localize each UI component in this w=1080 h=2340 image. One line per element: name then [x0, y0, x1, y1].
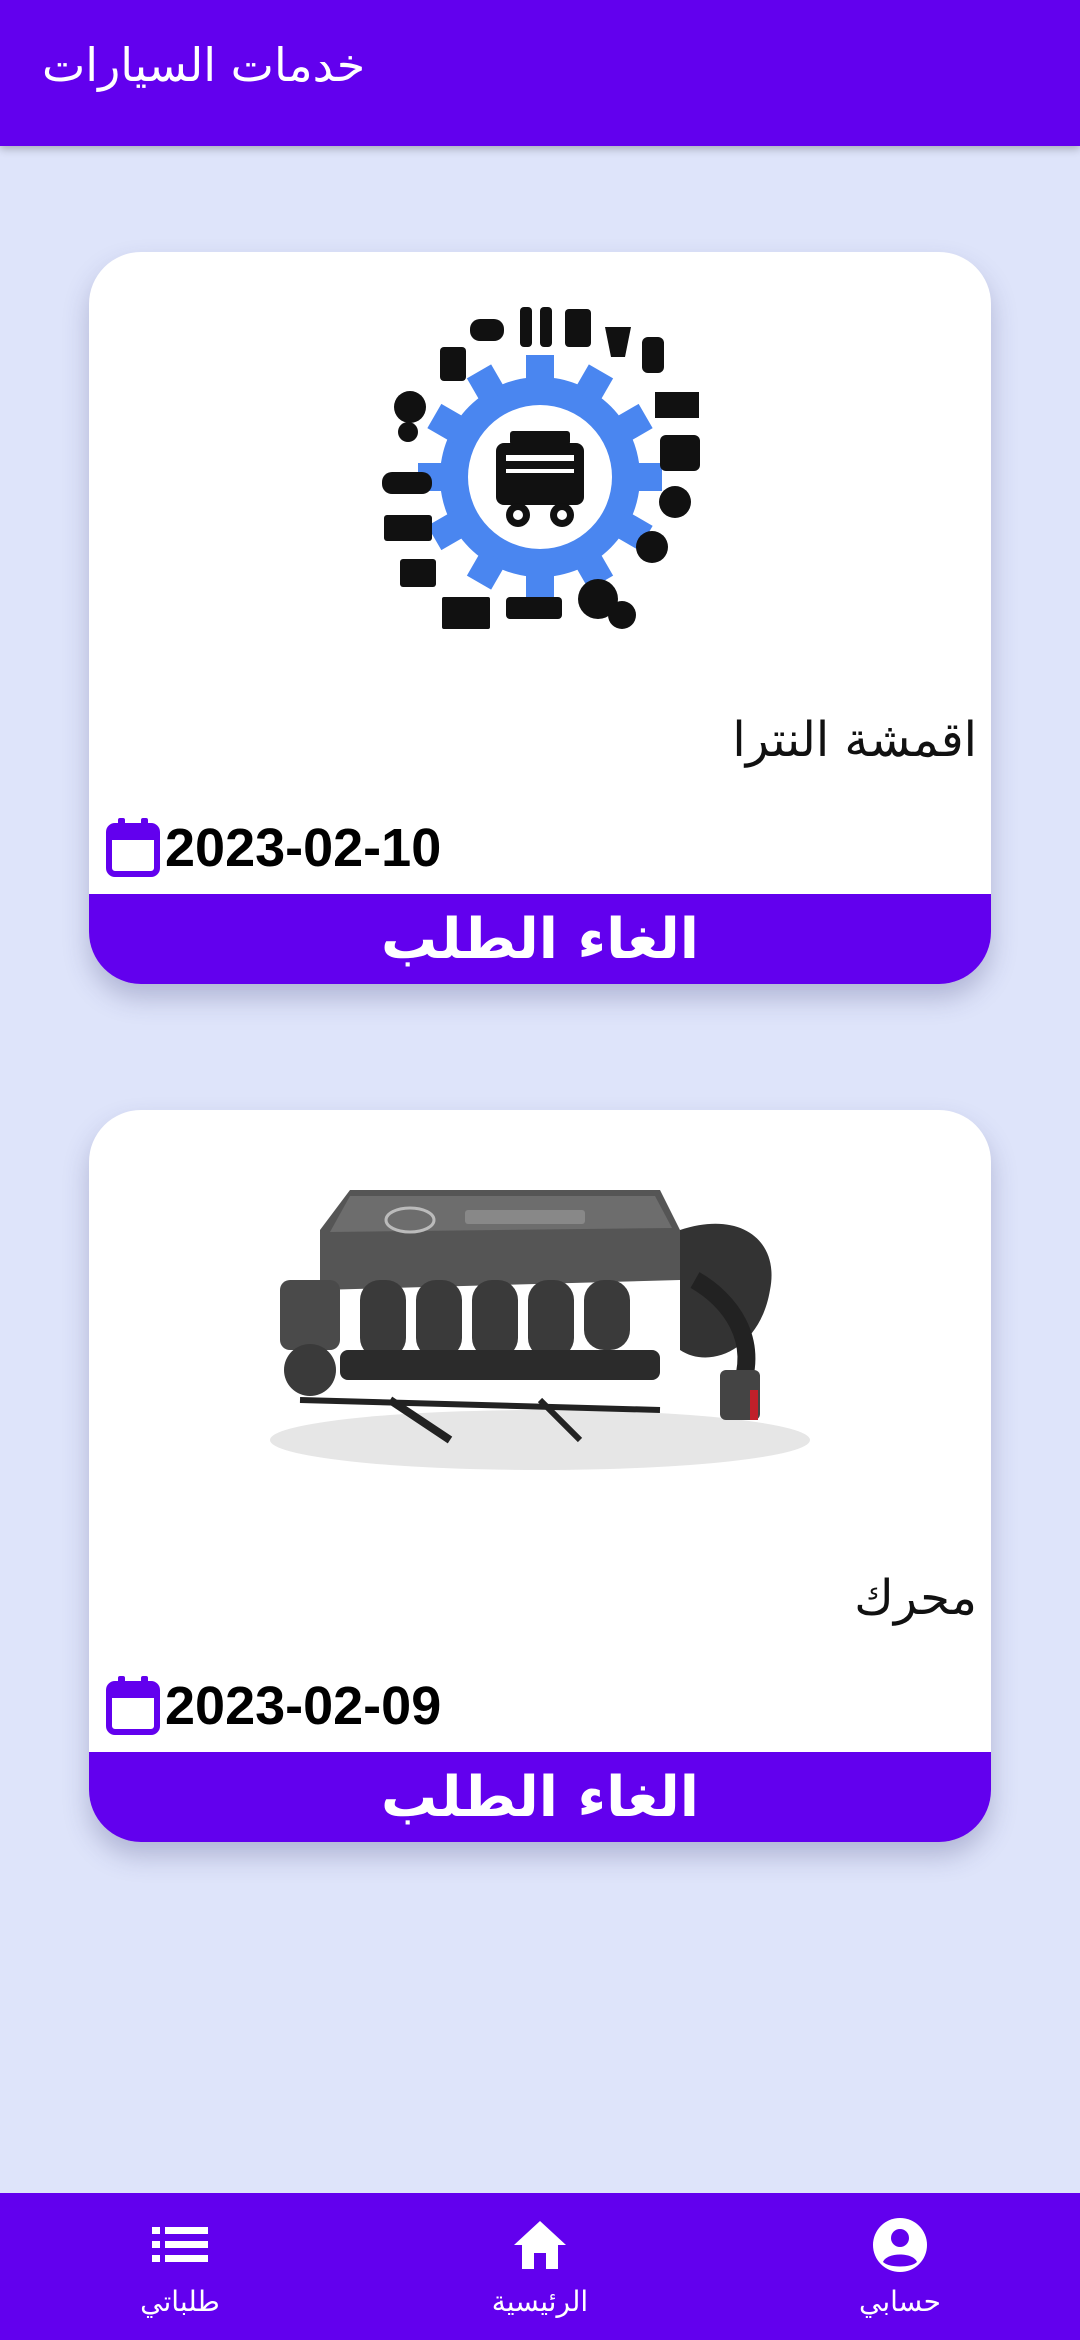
- nav-label-home: الرئيسية: [491, 2285, 589, 2318]
- car-engine-photo: [270, 1190, 810, 1470]
- cancel-order-button[interactable]: الغاء الطلب: [89, 894, 991, 984]
- cancel-order-button[interactable]: الغاء الطلب: [89, 1752, 991, 1842]
- account-circle-icon: [873, 2218, 927, 2272]
- order-card: محرك 2023-02-09 الغاء الطلب: [89, 1110, 991, 1842]
- nav-label-account: حسابي: [859, 2285, 941, 2318]
- nav-label-my-orders: طلباتي: [140, 2285, 220, 2318]
- order-date: 2023-02-09: [165, 1676, 442, 1736]
- bottom-navigation: طلباتي الرئيسية حسابي: [0, 2193, 1080, 2340]
- calendar-icon: [106, 1676, 160, 1735]
- order-image: [89, 1110, 991, 1560]
- order-image: [89, 252, 991, 702]
- nav-item-my-orders[interactable]: طلباتي: [80, 2193, 280, 2340]
- home-icon: [514, 2221, 566, 2269]
- calendar-icon: [106, 818, 160, 877]
- order-date: 2023-02-10: [165, 818, 442, 878]
- order-date-row: 2023-02-09: [105, 1675, 441, 1737]
- nav-item-home[interactable]: الرئيسية: [440, 2193, 640, 2340]
- nav-item-account[interactable]: حسابي: [800, 2193, 1000, 2340]
- order-title: اقمشة النترا: [732, 712, 977, 768]
- order-card: اقمشة النترا 2023-02-10 الغاء الطلب: [89, 252, 991, 984]
- auto-parts-gear-illustration: [382, 307, 700, 629]
- order-date-row: 2023-02-10: [105, 817, 441, 879]
- app-title: خدمات السيارات: [42, 38, 366, 92]
- list-icon: [152, 2227, 208, 2262]
- app-bar: خدمات السيارات: [0, 0, 1080, 146]
- order-title: محرك: [854, 1570, 977, 1626]
